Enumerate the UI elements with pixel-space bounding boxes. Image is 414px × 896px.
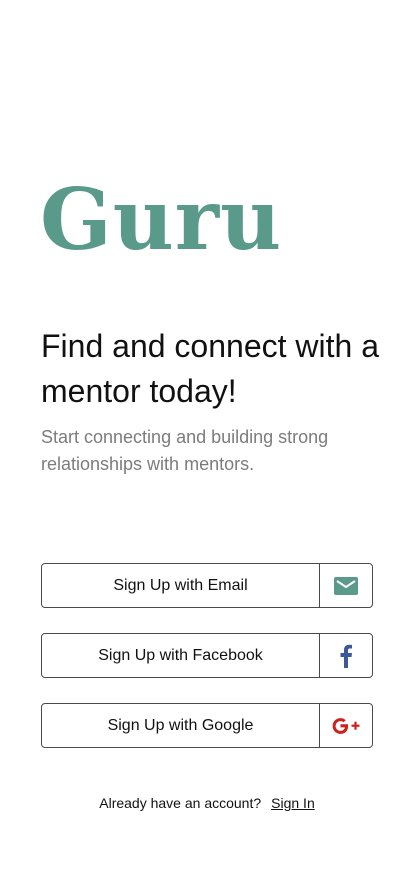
signup-facebook-button[interactable]: Sign Up with Facebook [41,633,373,678]
app-logo: Guru [40,170,283,269]
signup-google-label: Sign Up with Google [107,716,254,734]
facebook-icon [319,634,372,677]
signin-prompt: Already have an account? [99,795,262,811]
page-title: Find and connect with a mentor today! [41,328,379,409]
signup-email-button[interactable]: Sign Up with Email [41,563,373,608]
signup-facebook-label: Sign Up with Facebook [98,646,263,664]
signin-row: Already have an account? Sign In [0,795,414,811]
signup-google-button[interactable]: Sign Up with Google [41,703,373,748]
page-subtitle: Start connecting and building strong rel… [41,427,329,474]
envelope-icon [319,564,372,607]
google-plus-icon [319,704,372,747]
signup-email-label: Sign Up with Email [113,576,248,594]
signin-link[interactable]: Sign In [271,795,315,811]
